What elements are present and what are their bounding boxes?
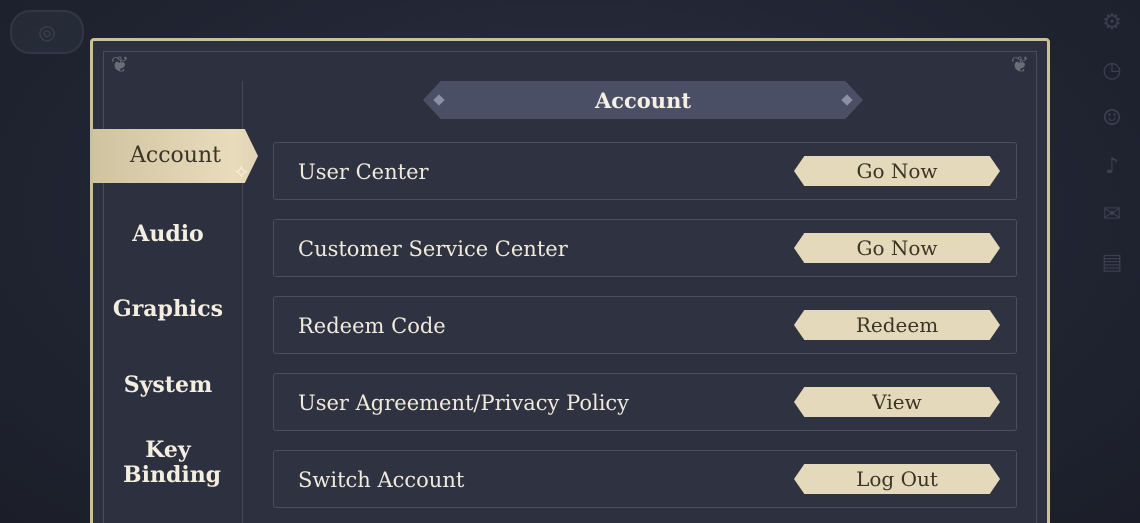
sidebar-item-account[interactable]: Account ✧	[93, 129, 258, 183]
gear-icon: ⚙	[1102, 10, 1122, 35]
settings-panel: ❦ ❦ Account ✧ Audio Graphics System Key …	[90, 38, 1050, 523]
sidebar-item-graphics[interactable]: Graphics	[93, 297, 243, 322]
mail-icon: ✉	[1102, 202, 1122, 227]
row-label: Customer Service Center	[298, 237, 568, 261]
diamond-icon	[433, 94, 445, 106]
list-item-customer-service: Customer Service Center Go Now	[273, 219, 1017, 277]
diamond-icon	[841, 94, 853, 106]
corner-ornament-icon: ❦	[110, 53, 130, 78]
corner-ornament-icon: ❦	[1010, 53, 1030, 78]
view-button[interactable]: View	[794, 387, 1000, 417]
log-out-button[interactable]: Log Out	[794, 464, 1000, 494]
sidebar-item-label: Account	[130, 143, 221, 168]
clock-icon: ◷	[1102, 58, 1122, 83]
go-now-button[interactable]: Go Now	[794, 233, 1000, 263]
redeem-button[interactable]: Redeem	[794, 310, 1000, 340]
row-label: Redeem Code	[298, 314, 446, 338]
eye-icon: ◎	[38, 20, 56, 44]
sidebar-item-audio[interactable]: Audio	[93, 222, 243, 247]
sidebar-item-label: Audio	[132, 221, 204, 247]
list-item-user-center: User Center Go Now	[273, 142, 1017, 200]
friends-icon: ☺	[1102, 106, 1122, 131]
section-header: Account	[423, 81, 863, 119]
sidebar-item-key-binding[interactable]: Key Binding	[93, 438, 243, 488]
go-now-button[interactable]: Go Now	[794, 156, 1000, 186]
clipboard-icon: ▤	[1101, 250, 1123, 275]
list-item-user-agreement: User Agreement/Privacy Policy View	[273, 373, 1017, 431]
list-item-switch-account: Switch Account Log Out	[273, 450, 1017, 508]
settings-screen: ◎ ⚙ ◷ ☺ ♪ ✉ ▤ ❦ ❦ Account ✧ Audio Graphi…	[0, 0, 1140, 523]
sidebar-item-label: Graphics	[112, 296, 224, 322]
row-label: User Agreement/Privacy Policy	[298, 391, 630, 415]
row-label: User Center	[298, 160, 429, 184]
bell-icon: ♪	[1104, 154, 1120, 179]
row-label: Switch Account	[298, 468, 465, 492]
background-hud-icons: ⚙ ◷ ☺ ♪ ✉ ▤	[1090, 10, 1134, 276]
list-item-redeem-code: Redeem Code Redeem	[273, 296, 1017, 354]
back-button[interactable]: ◎	[10, 10, 84, 54]
sidebar-item-system[interactable]: System	[93, 373, 243, 398]
page-title: Account	[594, 87, 692, 113]
sidebar-item-label: System	[123, 372, 213, 398]
sidebar-item-label: Key Binding	[123, 437, 222, 488]
